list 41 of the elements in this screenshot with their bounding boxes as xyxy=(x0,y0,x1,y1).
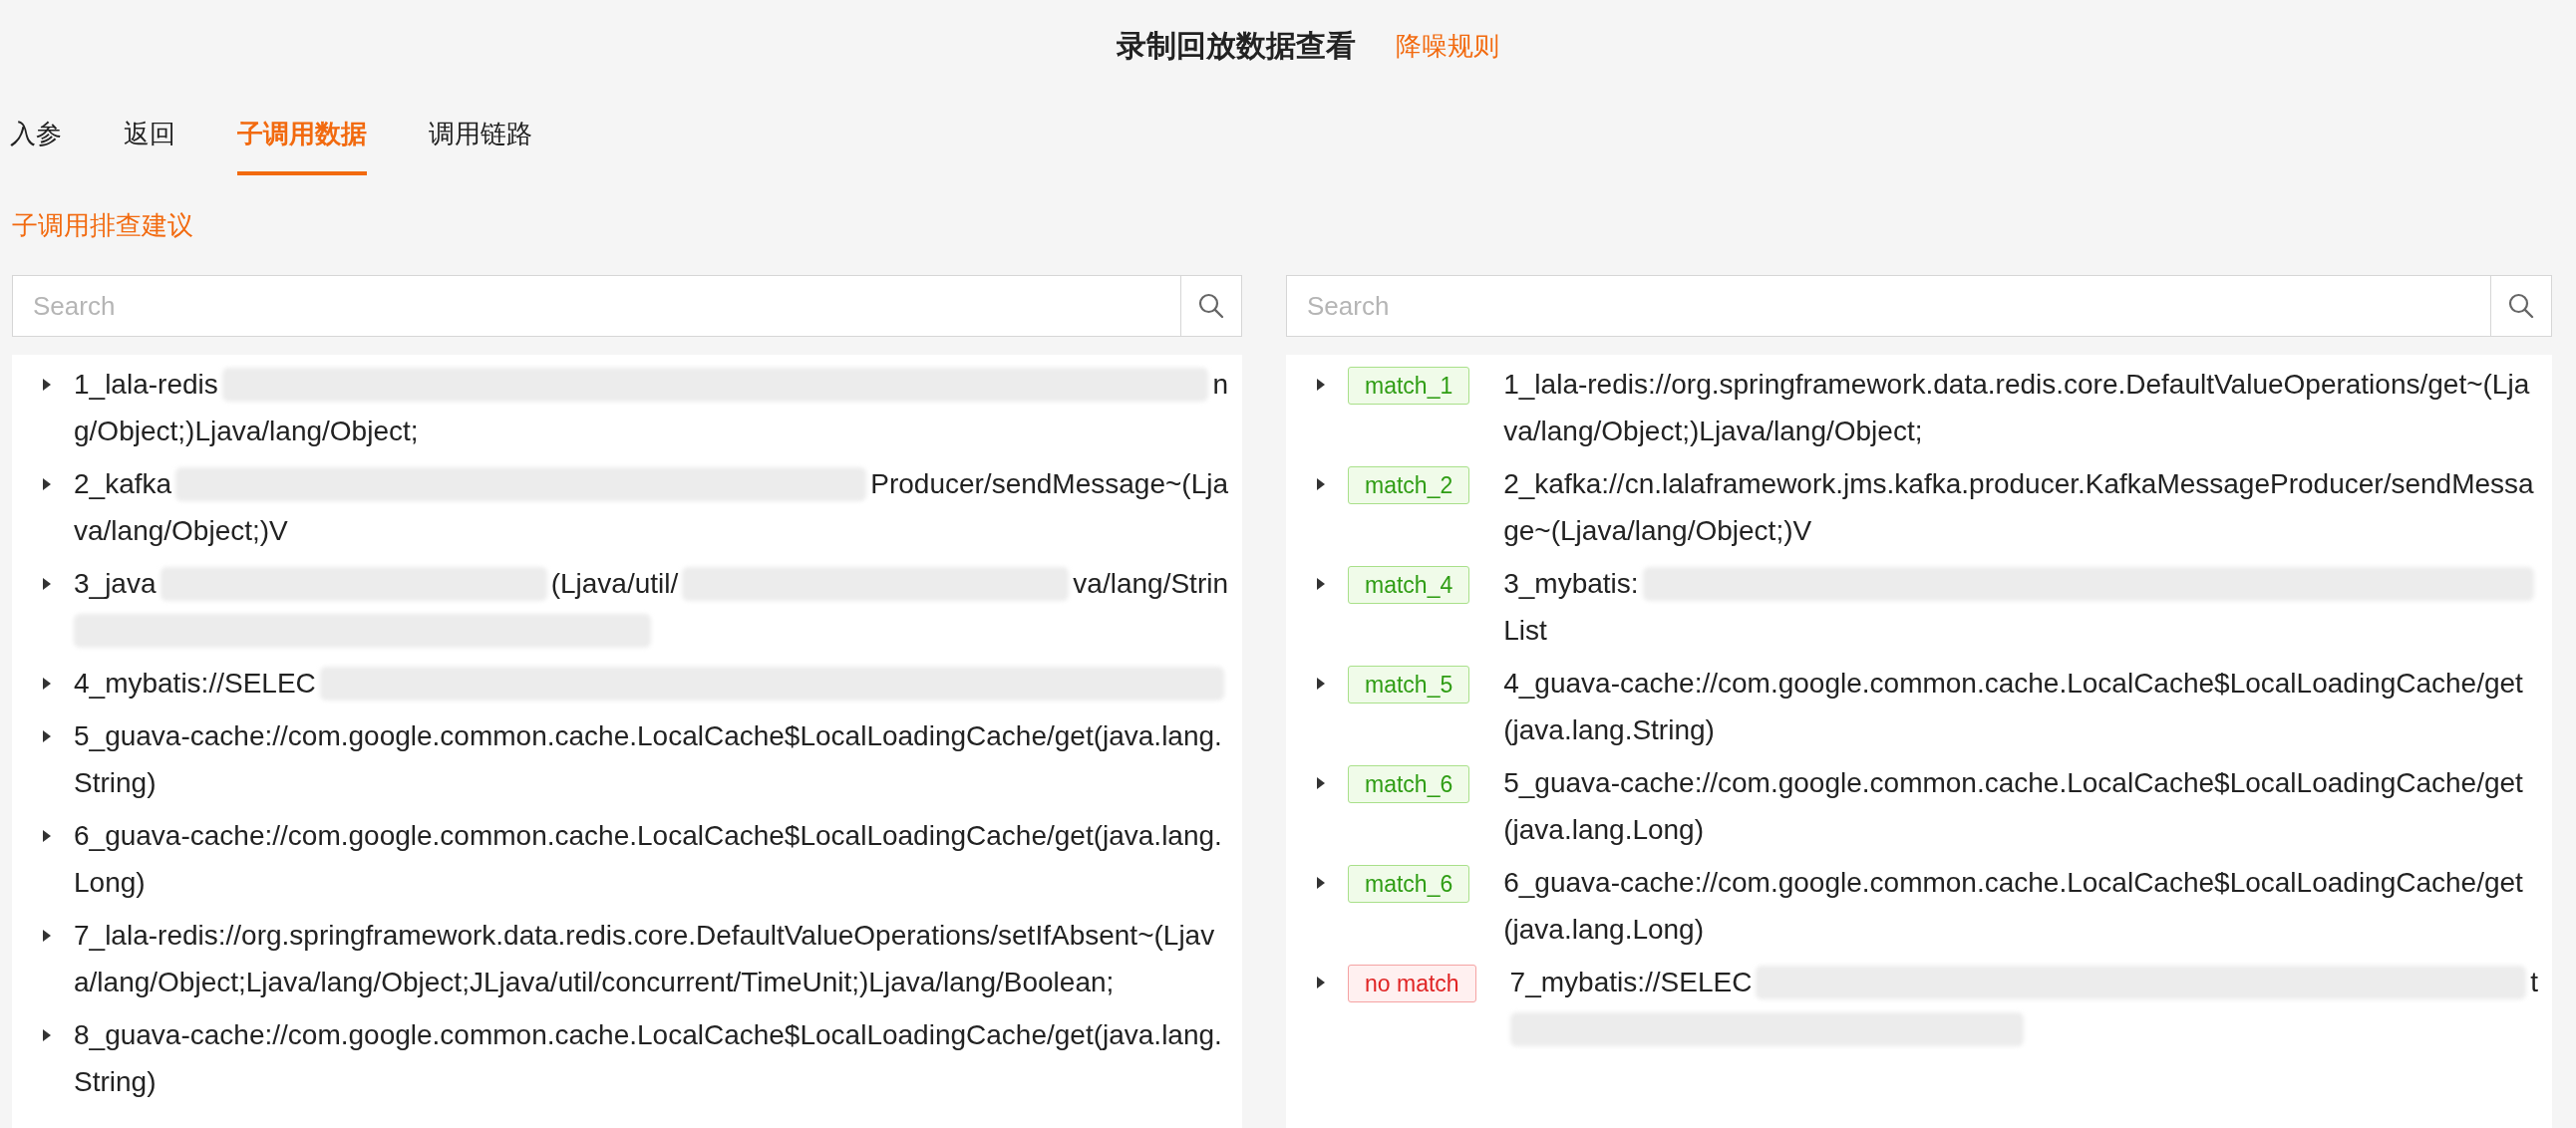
search-field[interactable]: Search xyxy=(12,275,1180,337)
search-field[interactable]: Search xyxy=(1286,275,2490,337)
match-tag: match_1 xyxy=(1348,367,1470,405)
call-path-text: 5_guava-cache://com.google.common.cache.LocalCache$LocalLoadingCache/get(java.lang.Long) xyxy=(1503,766,2524,847)
match-tag: match_4 xyxy=(1348,566,1470,604)
tab[interactable]: 入参 xyxy=(10,92,62,175)
call-path-text: g/Object;)Ljava/lang/Object; xyxy=(74,415,419,448)
call-path-text: va/lang/Strin xyxy=(1073,567,1228,601)
match-tag: no match xyxy=(1348,965,1476,1002)
call-path-text: 5_guava-cache://com.google.common.cache.LocalCache$LocalLoadingCache/get(java.lang.String) xyxy=(74,719,1223,800)
match-tag: match_5 xyxy=(1348,666,1470,704)
call-path-text: 4_guava-cache://com.google.common.cache.LocalCache$LocalLoadingCache/get(java.lang.String) xyxy=(1503,667,2524,747)
call-path-text: n xyxy=(1212,368,1228,402)
match-tag: match_6 xyxy=(1348,865,1470,903)
call-path-text: Producer/sendMessage~(Lja xyxy=(870,467,1228,501)
call-path-text: (Ljava/util/ xyxy=(550,567,679,601)
tab[interactable]: 返回 xyxy=(124,92,175,175)
search-button[interactable] xyxy=(1180,275,1242,337)
page-title: 录制回放数据查看 xyxy=(1117,27,1356,64)
section-title: 子调用排查建议 xyxy=(12,208,193,242)
call-path-text: va/lang/Object;)V xyxy=(74,514,288,548)
match-tag: match_2 xyxy=(1348,466,1470,504)
call-path-text: 3_java xyxy=(74,567,157,601)
search-icon xyxy=(1197,292,1225,320)
call-path-text: 4_mybatis://SELEC xyxy=(74,667,316,701)
call-path-text: 1_lala-redis xyxy=(74,368,218,402)
call-path-text: List xyxy=(1503,614,1547,648)
call-path-text: 1_lala-redis://org.springframework.data.redis.core.DefaultValueOperations/get~(Ljava/lang/Object;)Ljava/lang/Object; xyxy=(1503,368,2531,448)
call-path-text: 6_guava-cache://com.google.common.cache.LocalCache$LocalLoadingCache/get(java.lang.Long) xyxy=(1503,866,2524,947)
match-tag: match_6 xyxy=(1348,765,1470,803)
call-path-text: 6_guava-cache://com.google.common.cache.LocalCache$LocalLoadingCache/get(java.lang.Long) xyxy=(74,819,1223,900)
call-path-text: 8_guava-cache://com.google.common.cache.LocalCache$LocalLoadingCache/get(java.lang.String) xyxy=(74,1018,1223,1099)
search-icon xyxy=(2507,292,2535,320)
search-button[interactable] xyxy=(2490,275,2552,337)
call-path-text: 7_mybatis://SELEC xyxy=(1509,966,1753,999)
call-path-text: 3_mybatis: xyxy=(1503,567,1639,601)
tab[interactable]: 调用链路 xyxy=(429,92,532,175)
call-path-text: t xyxy=(2530,966,2538,999)
call-path-text: 7_lala-redis://org.springframework.data.redis.core.DefaultValueOperations/setIfAbsent~(Ljava/lang/Object;Ljava/lang/Object;JLjava/util/concurrent/TimeUnit;)Ljava/lang/Boolean; xyxy=(74,919,1216,999)
call-path-text: 2_kafka://cn.lalaframework.jms.kafka.producer.KafkaMessageProducer/sendMessage~(Ljava/lang/Object;)V xyxy=(1503,467,2535,548)
call-path-text: 2_kafka xyxy=(74,467,172,501)
